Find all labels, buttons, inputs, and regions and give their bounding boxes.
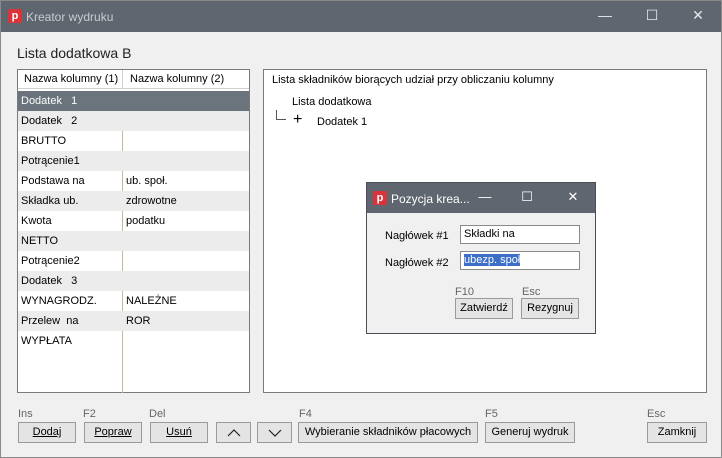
main-window: p Kreator wydruku — ☐ ✕ Lista dodatkowa … — [0, 0, 722, 458]
minimize-button[interactable]: — — [582, 1, 628, 32]
row-column-2: ROR — [126, 315, 151, 327]
add-button[interactable]: Dodaj — [18, 422, 76, 443]
table-row[interactable]: Potrącenie1 — [18, 151, 249, 171]
table-row[interactable]: Dodatek 3 — [18, 271, 249, 291]
add-key-hint: Ins — [18, 408, 33, 420]
dialog-minimize-button[interactable]: — — [465, 183, 505, 213]
title-bar[interactable]: p Kreator wydruku — ☐ ✕ — [1, 1, 721, 32]
table-rows: Dodatek 1 Dodatek 2 BRUTTO Potrącenie1 Podst… — [18, 91, 249, 351]
window-title: Kreator wydruku — [26, 10, 114, 24]
row-column-1: Podstawa na — [21, 175, 85, 187]
arrow-down-icon — [268, 429, 281, 437]
table-row[interactable]: Potrącenie2 — [18, 251, 249, 271]
move-down-button[interactable] — [257, 422, 292, 443]
row-column-1: Dodatek 2 — [21, 115, 78, 127]
delete-button-label: Usuń — [166, 426, 192, 438]
cancel-key-hint: Esc — [522, 286, 541, 298]
delete-button[interactable]: Usuń — [150, 422, 208, 443]
row-column-1: Składka ub. — [21, 195, 79, 207]
header2-label: Nagłówek #2 — [385, 257, 449, 269]
page-title: Lista dodatkowa B — [17, 45, 132, 61]
row-column-1: Przelew na — [21, 315, 79, 327]
close-button[interactable]: Zamknij — [647, 422, 707, 443]
row-column-1: NETTO — [21, 235, 59, 247]
cancel-button[interactable]: Rezygnuj — [521, 298, 579, 319]
edit-button[interactable]: Popraw — [84, 422, 142, 443]
close-window-button[interactable]: ✕ — [675, 1, 721, 32]
header1-label: Nagłówek #1 — [385, 230, 449, 242]
dialog-maximize-button[interactable]: ☐ — [507, 183, 547, 213]
row-column-2: podatku — [126, 215, 166, 227]
header2-input[interactable]: ubezp. społ — [460, 251, 580, 270]
tree-child-node[interactable]: Dodatek 1 — [317, 116, 367, 128]
dialog-title-bar[interactable]: p Pozycja krea... — ☐ ✕ — [367, 183, 595, 213]
table-row[interactable]: Składka ub. zdrowotne — [18, 191, 249, 211]
tree-root-node[interactable]: Lista dodatkowa — [292, 96, 372, 108]
arrow-up-icon — [227, 429, 240, 437]
select-components-button[interactable]: Wybieranie składników płacowych — [298, 422, 478, 443]
header1-input[interactable]: Składki na — [460, 225, 580, 244]
dialog-close-button[interactable]: ✕ — [553, 183, 593, 213]
header2-selected-text: ubezp. społ — [464, 254, 521, 266]
column-header-2[interactable]: Nazwa kolumny (2) — [123, 70, 249, 89]
edit-button-label: Popraw — [94, 426, 132, 438]
maximize-button[interactable]: ☐ — [629, 1, 675, 32]
delete-key-hint: Del — [149, 408, 166, 420]
row-column-1: Potrącenie1 — [21, 155, 80, 167]
row-column-1: WYNAGRODZ. — [21, 295, 97, 307]
row-column-2: ub. społ. — [126, 175, 168, 187]
row-column-2: NALEŻNE — [126, 295, 177, 307]
tree-connector — [276, 110, 286, 120]
row-column-1: WYPŁATA — [21, 335, 72, 347]
table-row[interactable]: NETTO — [18, 231, 249, 251]
confirm-button[interactable]: Zatwierdź — [455, 298, 513, 319]
row-column-1: Dodatek 1 — [21, 95, 78, 107]
move-up-button[interactable] — [216, 422, 251, 443]
table-row[interactable]: Przelew na ROR — [18, 311, 249, 331]
table-row[interactable]: Podstawa na ub. społ. — [18, 171, 249, 191]
generate-report-button[interactable]: Generuj wydruk — [485, 422, 575, 443]
table-row[interactable]: Dodatek 2 — [18, 111, 249, 131]
table-row[interactable]: WYPŁATA — [18, 331, 249, 351]
table-row[interactable]: BRUTTO — [18, 131, 249, 151]
add-button-label: Dodaj — [32, 426, 62, 438]
dialog-title: Pozycja krea... — [391, 192, 470, 206]
select-key-hint: F4 — [299, 408, 312, 420]
column-header-1[interactable]: Nazwa kolumny (1) — [18, 70, 123, 89]
table-row[interactable]: Dodatek 1 — [18, 91, 249, 111]
row-column-1: Dodatek 3 — [21, 275, 78, 287]
tree-expand-icon[interactable]: + — [293, 112, 302, 128]
row-column-1: Kwota — [21, 215, 52, 227]
app-logo-icon: p — [8, 9, 22, 23]
edit-key-hint: F2 — [83, 408, 96, 420]
components-panel-title: Lista składników biorących udział przy o… — [272, 74, 554, 86]
dialog-app-logo-icon: p — [373, 191, 387, 205]
columns-table[interactable]: Nazwa kolumny (1) Nazwa kolumny (2) Doda… — [17, 69, 250, 393]
generate-key-hint: F5 — [485, 408, 498, 420]
close-key-hint: Esc — [647, 408, 666, 420]
table-row[interactable]: Kwota podatku — [18, 211, 249, 231]
header-position-dialog: p Pozycja krea... — ☐ ✕ Nagłówek #1 Skła… — [366, 182, 596, 334]
row-column-2: zdrowotne — [126, 195, 177, 207]
row-column-1: Potrącenie2 — [21, 255, 80, 267]
confirm-key-hint: F10 — [455, 286, 474, 298]
table-row[interactable]: WYNAGRODZ. NALEŻNE — [18, 291, 249, 311]
row-column-1: BRUTTO — [21, 135, 67, 147]
